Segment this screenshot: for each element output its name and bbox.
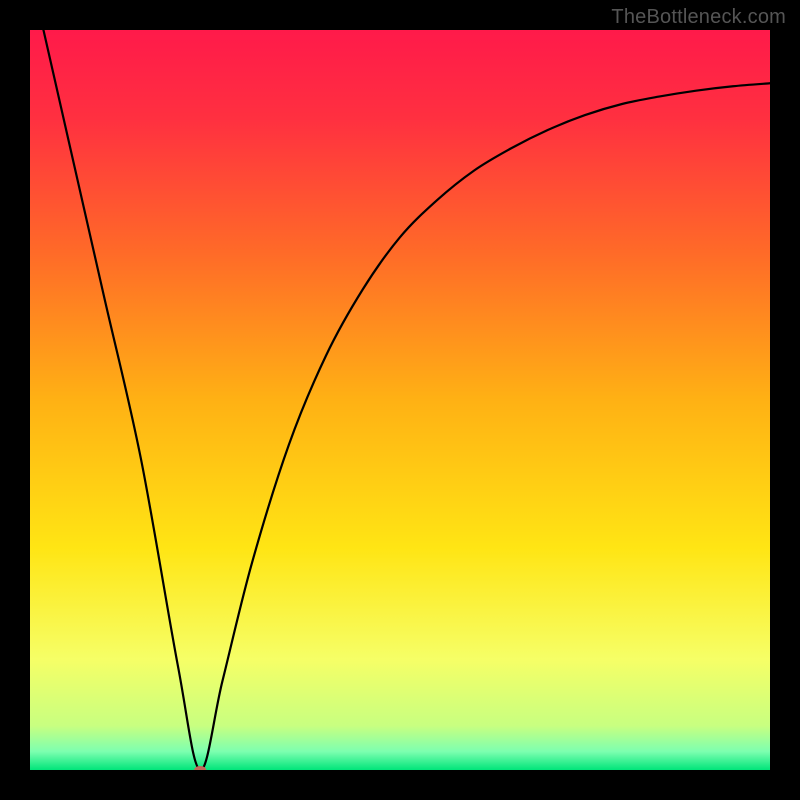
gradient-background <box>30 30 770 770</box>
attribution-text: TheBottleneck.com <box>611 6 786 29</box>
chart-svg <box>30 30 770 770</box>
chart-frame: TheBottleneck.com <box>0 0 800 800</box>
plot-area <box>30 30 770 770</box>
